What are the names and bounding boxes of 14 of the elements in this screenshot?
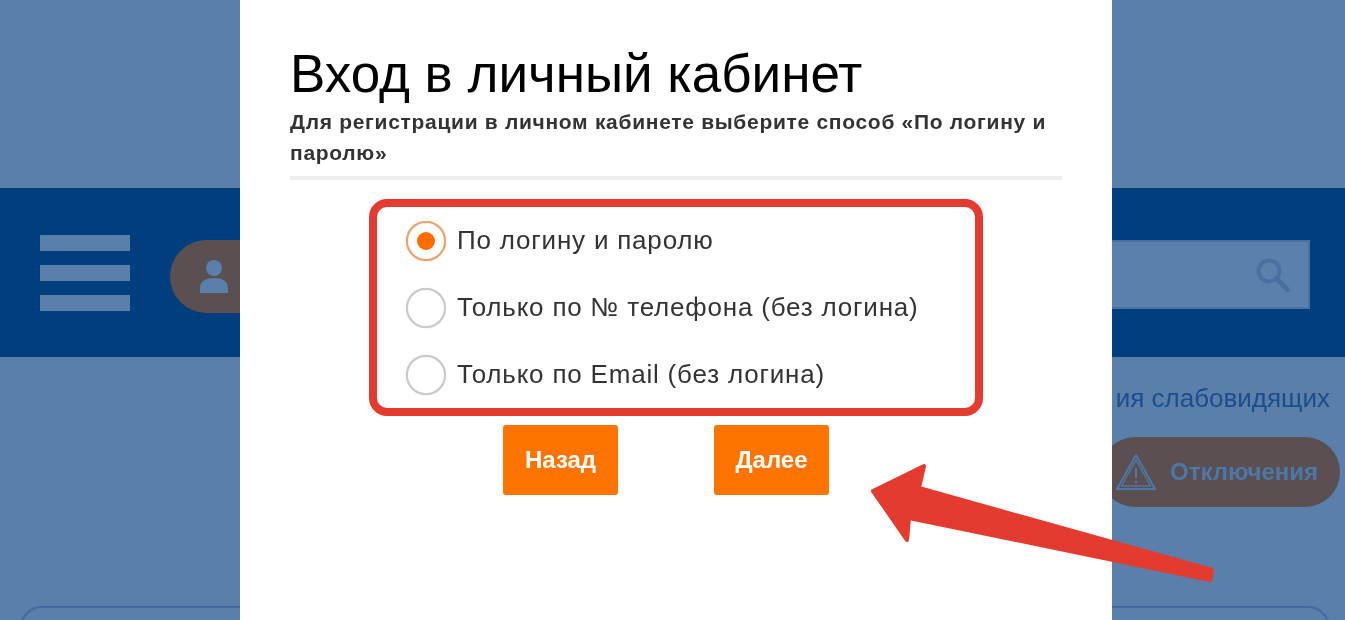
dialog-title: Вход в личный кабинет	[290, 44, 864, 104]
warning-icon	[1115, 453, 1157, 491]
accessibility-link[interactable]: ия слабовидящих	[1115, 383, 1330, 413]
radio-button[interactable]	[406, 354, 446, 395]
option-label[interactable]: Только по № телефона (без логина)	[457, 292, 919, 323]
menu-icon[interactable]	[40, 234, 130, 311]
next-button[interactable]: Далее	[714, 425, 829, 495]
back-button[interactable]: Назад	[503, 425, 618, 495]
option-label[interactable]: По логину и паролю	[457, 225, 714, 256]
radio-button[interactable]	[406, 287, 446, 328]
option-label[interactable]: Только по Email (без логина)	[457, 359, 825, 390]
person-icon	[200, 260, 228, 293]
dialog-subtitle: Для регистрации в личном кабинете выберите способ «По логину и паролю»	[290, 109, 1048, 166]
radio-button[interactable]	[406, 220, 446, 261]
